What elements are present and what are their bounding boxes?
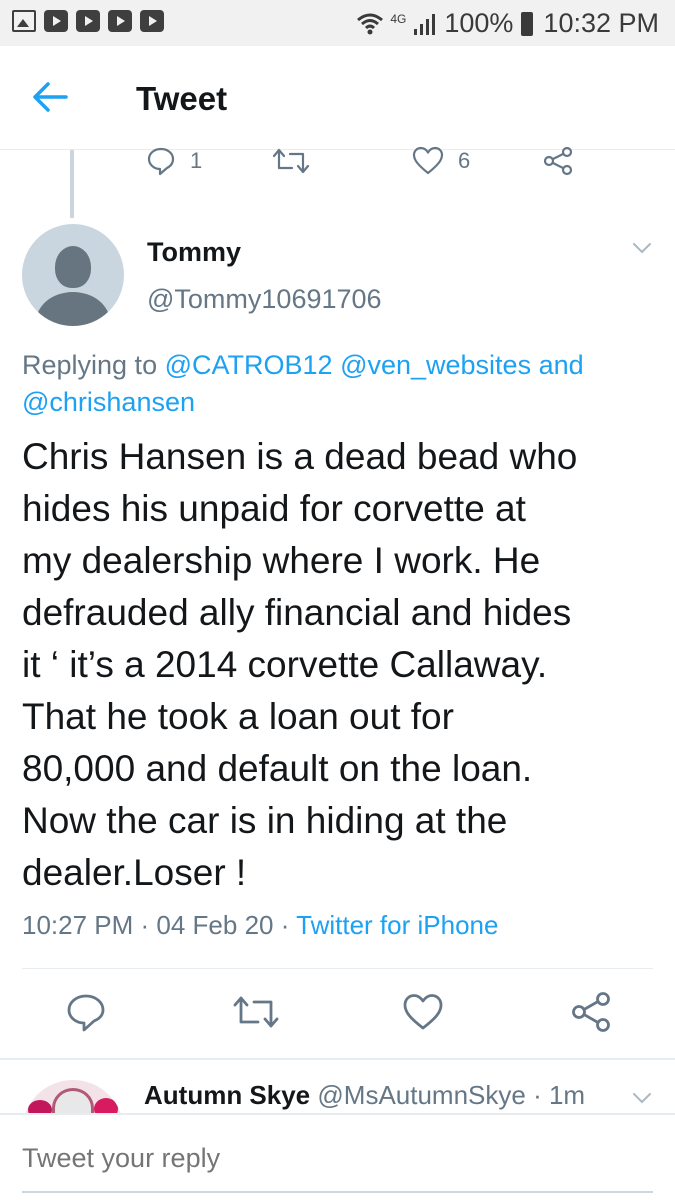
- back-button[interactable]: [30, 80, 70, 114]
- separator: ·: [525, 1080, 549, 1110]
- signal-icon: [414, 13, 436, 35]
- replying-to: Replying to @CATROB12 @ven_websites and …: [22, 347, 652, 421]
- status-bar: 4G 100% 10:32 PM: [0, 0, 675, 46]
- reply-button[interactable]: [64, 990, 108, 1034]
- reply-count: 1: [190, 148, 203, 173]
- default-avatar-head: [55, 246, 91, 288]
- tweet-text: Chris Hansen is a dead bead who hides hi…: [22, 436, 578, 893]
- reply-composer: [0, 1113, 675, 1200]
- replying-and: and: [531, 350, 584, 380]
- retweet-action[interactable]: [272, 146, 310, 176]
- divider: [22, 968, 653, 969]
- mention-link[interactable]: @chrishansen: [22, 387, 195, 417]
- share-icon: [572, 992, 610, 1032]
- separator: ·: [273, 910, 297, 940]
- tweet-time: 10:27 PM: [22, 910, 134, 940]
- top-app-bar: Tweet: [0, 46, 675, 150]
- youtube-notification-icon: [140, 10, 164, 32]
- avatar[interactable]: [22, 224, 124, 326]
- back-arrow-icon: [33, 82, 68, 112]
- mention-link[interactable]: @ven_websites: [340, 350, 531, 380]
- like-action[interactable]: 6: [412, 146, 470, 176]
- network-type-label: 4G: [390, 11, 407, 26]
- wifi-icon: [357, 13, 384, 34]
- clock: 10:32 PM: [543, 8, 659, 38]
- reply-header: Autumn Skye @MsAutumnSkye · 1m: [144, 1080, 585, 1111]
- previous-tweet-actions: 1 6: [0, 146, 675, 184]
- input-underline: [22, 1191, 653, 1193]
- reply-author-name[interactable]: Autumn Skye: [144, 1080, 310, 1110]
- battery-percent: 100%: [444, 8, 514, 38]
- youtube-notification-icon: [44, 10, 68, 32]
- retweet-icon: [233, 996, 279, 1028]
- like-button[interactable]: [401, 990, 445, 1034]
- tweet-actions: [0, 990, 675, 1040]
- retweet-icon: [272, 148, 310, 174]
- reply-icon: [147, 147, 175, 176]
- chevron-down-icon[interactable]: [631, 1090, 653, 1106]
- battery-icon: [521, 11, 534, 36]
- youtube-notification-icon: [108, 10, 132, 32]
- divider: [0, 1058, 675, 1060]
- like-count: 6: [458, 148, 471, 173]
- reply-author-handle[interactable]: @MsAutumnSkye: [317, 1080, 525, 1110]
- reply-input[interactable]: [22, 1143, 653, 1174]
- retweet-button[interactable]: [231, 990, 281, 1034]
- gallery-notification-icon: [12, 10, 36, 32]
- share-icon: [543, 146, 573, 176]
- system-status: 4G 100% 10:32 PM: [356, 8, 659, 39]
- heart-icon: [403, 994, 443, 1030]
- reply-action[interactable]: 1: [146, 146, 202, 176]
- share-button[interactable]: [570, 990, 614, 1034]
- share-action[interactable]: [542, 146, 574, 176]
- reply-icon: [67, 994, 105, 1032]
- replying-prefix: Replying to: [22, 350, 165, 380]
- tweet-metadata: 10:27 PM · 04 Feb 20 · Twitter for iPhon…: [22, 910, 498, 941]
- separator: ·: [133, 910, 157, 940]
- tweet-date: 04 Feb 20: [156, 910, 274, 940]
- reply-age: 1m: [548, 1080, 586, 1110]
- page-title: Tweet: [136, 80, 228, 117]
- default-avatar-body: [36, 292, 110, 326]
- notification-icons: [12, 10, 164, 32]
- youtube-notification-icon: [76, 10, 100, 32]
- mention-link[interactable]: @CATROB12: [165, 350, 333, 380]
- author-handle[interactable]: @Tommy10691706: [147, 284, 382, 315]
- heart-icon: [412, 146, 444, 175]
- chevron-down-icon[interactable]: [631, 240, 653, 256]
- author-name[interactable]: Tommy: [147, 237, 241, 268]
- tweet-source-link[interactable]: Twitter for iPhone: [296, 910, 498, 940]
